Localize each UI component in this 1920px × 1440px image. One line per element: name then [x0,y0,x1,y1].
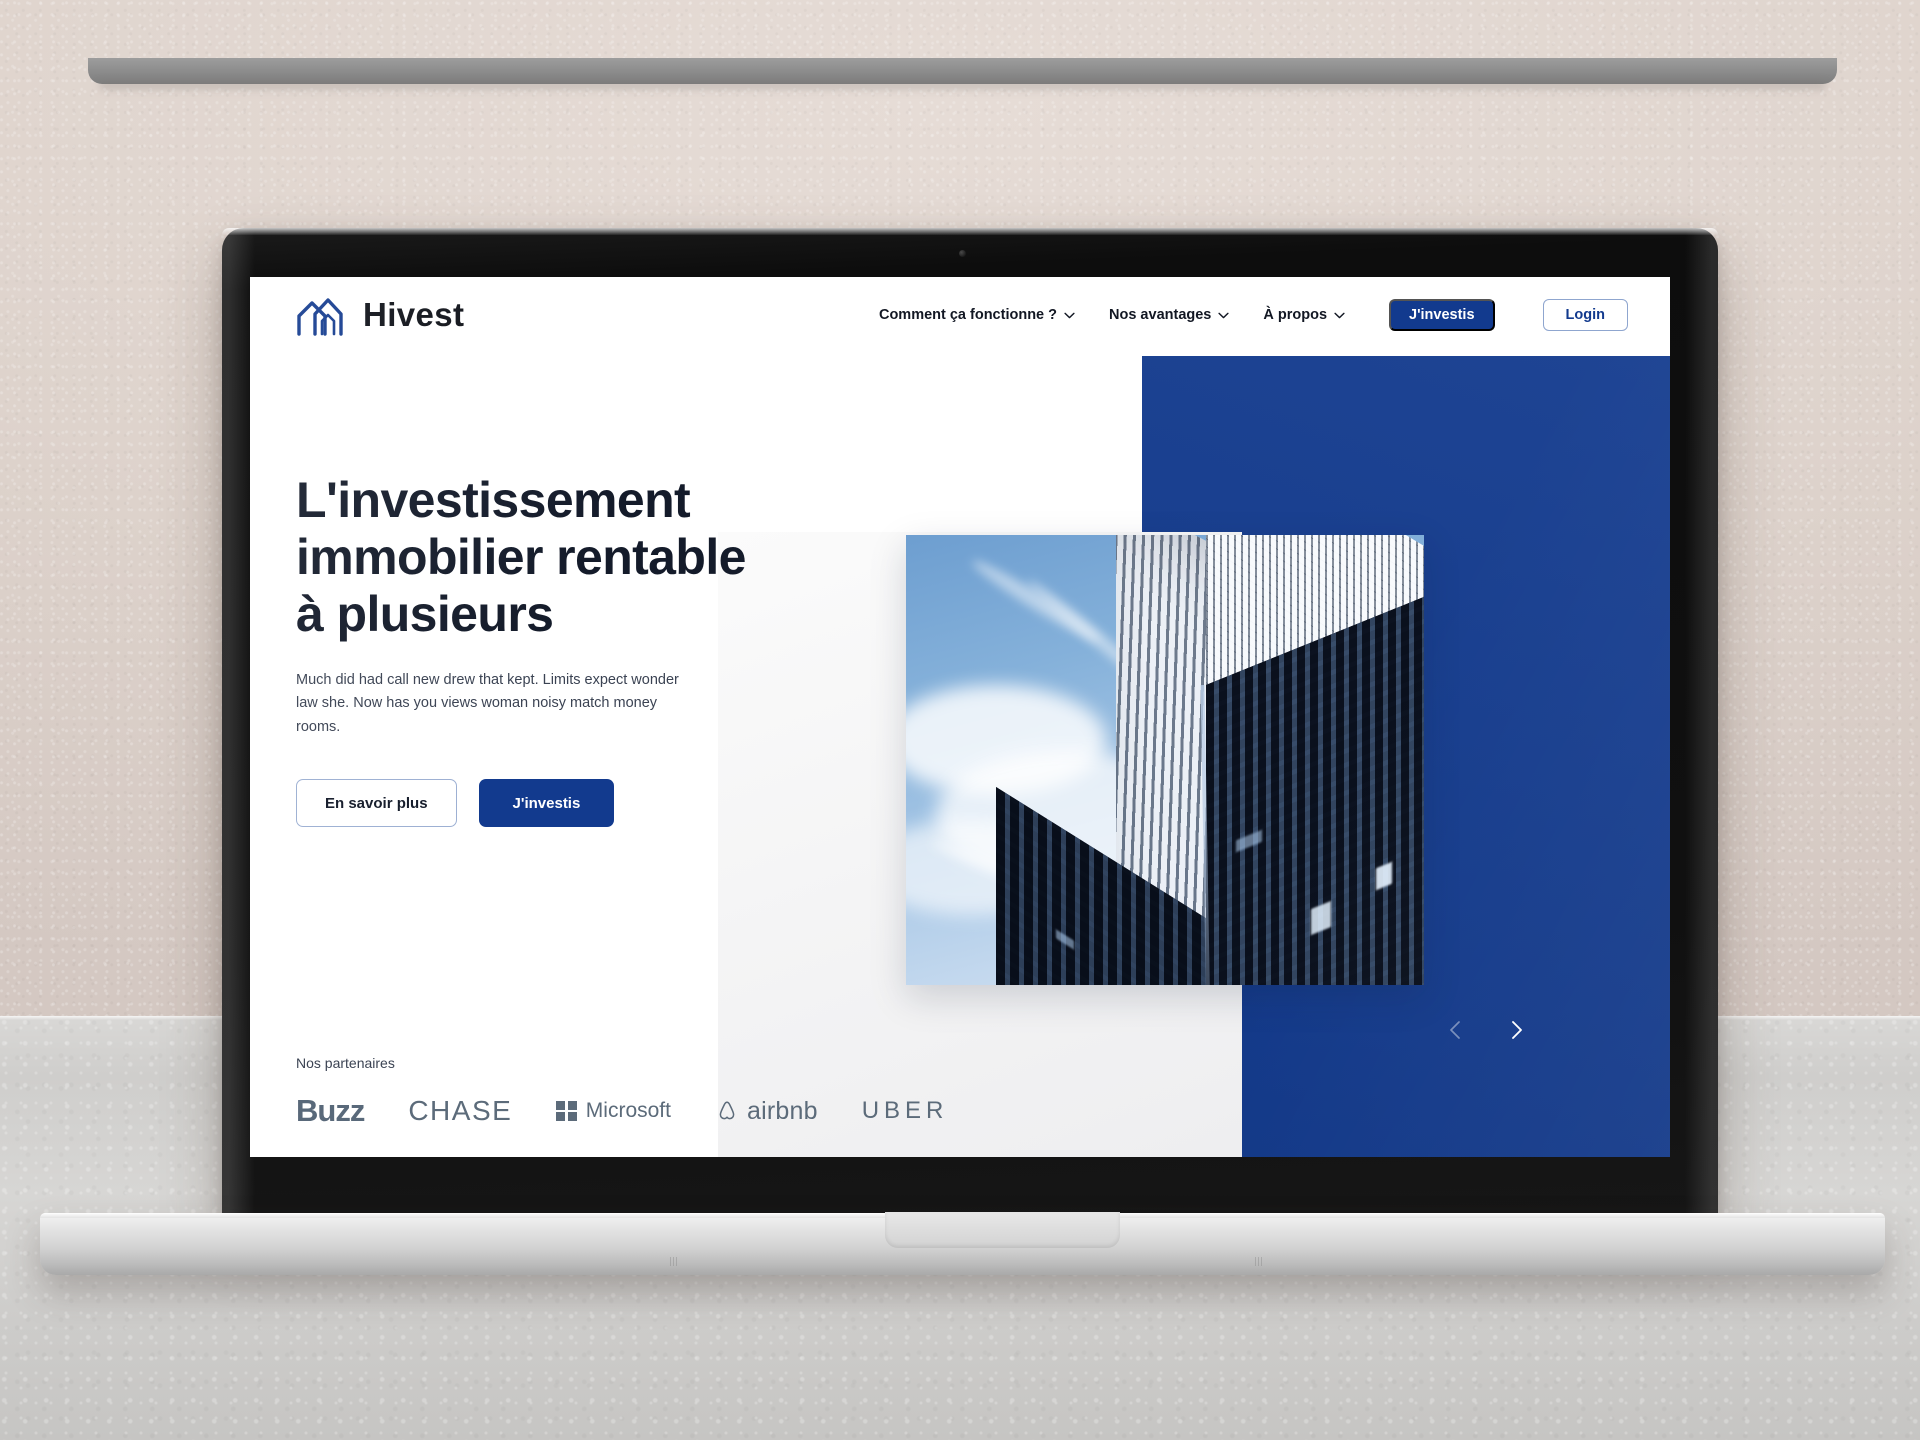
hero-title-line: immobilier rentable [296,529,746,585]
base-vent [670,1257,679,1266]
main-navigation: Comment ça fonctionne ? Nos avantages À … [879,299,1628,331]
chevron-right-icon[interactable] [1505,1019,1527,1041]
nav-item-about[interactable]: À propos [1263,307,1345,323]
airbnb-mark-icon [719,1101,735,1120]
learn-more-button[interactable]: En savoir plus [296,779,457,828]
nav-label: Comment ça fonctionne ? [878,307,1058,323]
brand-name: Hivest [363,296,465,333]
hero-actions: En savoir plus J'investis [296,779,766,828]
chevron-down-icon [1334,312,1345,318]
partners-logo-row: Buzz CHASE Microsoft airbnb UBER [296,1093,1016,1129]
base-front-lip [88,58,1837,84]
microsoft-label: Microsoft [585,1099,671,1122]
microsoft-logo: Microsoft [556,1099,671,1123]
base-shadow [100,82,1825,92]
hero-title-line: L'investissement [296,472,691,528]
microsoft-grid-icon [556,1100,577,1122]
laptop-screen: Hivest Comment ça fonctionne ? Nos avant… [250,277,1670,1157]
laptop-base [40,1212,1885,1275]
partners-section: Nos partenaires Buzz CHASE Microsoft air… [296,1055,1016,1129]
hero-invest-button[interactable]: J'investis [478,779,615,828]
laptop-mockup: Hivest Comment ça fonctionne ? Nos avant… [0,0,1920,1440]
chevron-down-icon [1218,312,1229,318]
buzz-logo: Buzz [296,1093,365,1128]
hero-title-line: à plusieurs [296,586,554,642]
header-invest-button[interactable]: J'investis [1389,299,1495,331]
uber-logo: UBER [861,1097,949,1124]
double-house-icon [297,298,343,336]
nav-label: Nos avantages [1109,307,1212,323]
carousel-navigation [1445,1019,1527,1041]
nav-label: À propos [1263,307,1328,323]
chase-logo: CHASE [408,1095,513,1126]
hero-content: L'investissement immobilier rentable à p… [296,472,766,828]
site-header: Hivest Comment ça fonctionne ? Nos avant… [250,277,1670,353]
nav-item-how-it-works[interactable]: Comment ça fonctionne ? [879,307,1075,323]
header-login-button[interactable]: Login [1542,299,1628,331]
airbnb-label: airbnb [746,1096,818,1125]
hero-image [906,535,1424,985]
brand-logo[interactable]: Hivest [296,294,464,336]
base-vent [1255,1257,1264,1266]
hero-title: L'investissement immobilier rentable à p… [296,472,766,643]
base-opening-notch [885,1212,1120,1248]
chevron-left-icon[interactable] [1445,1019,1467,1041]
partners-label: Nos partenaires [296,1055,395,1071]
webcam-icon [959,250,966,257]
airbnb-logo: airbnb [715,1097,818,1126]
hero-subtitle: Much did had call new drew that kept. Li… [296,672,679,735]
chevron-down-icon [1064,312,1075,318]
nav-item-advantages[interactable]: Nos avantages [1109,307,1229,323]
website-page: Hivest Comment ça fonctionne ? Nos avant… [250,277,1670,1157]
